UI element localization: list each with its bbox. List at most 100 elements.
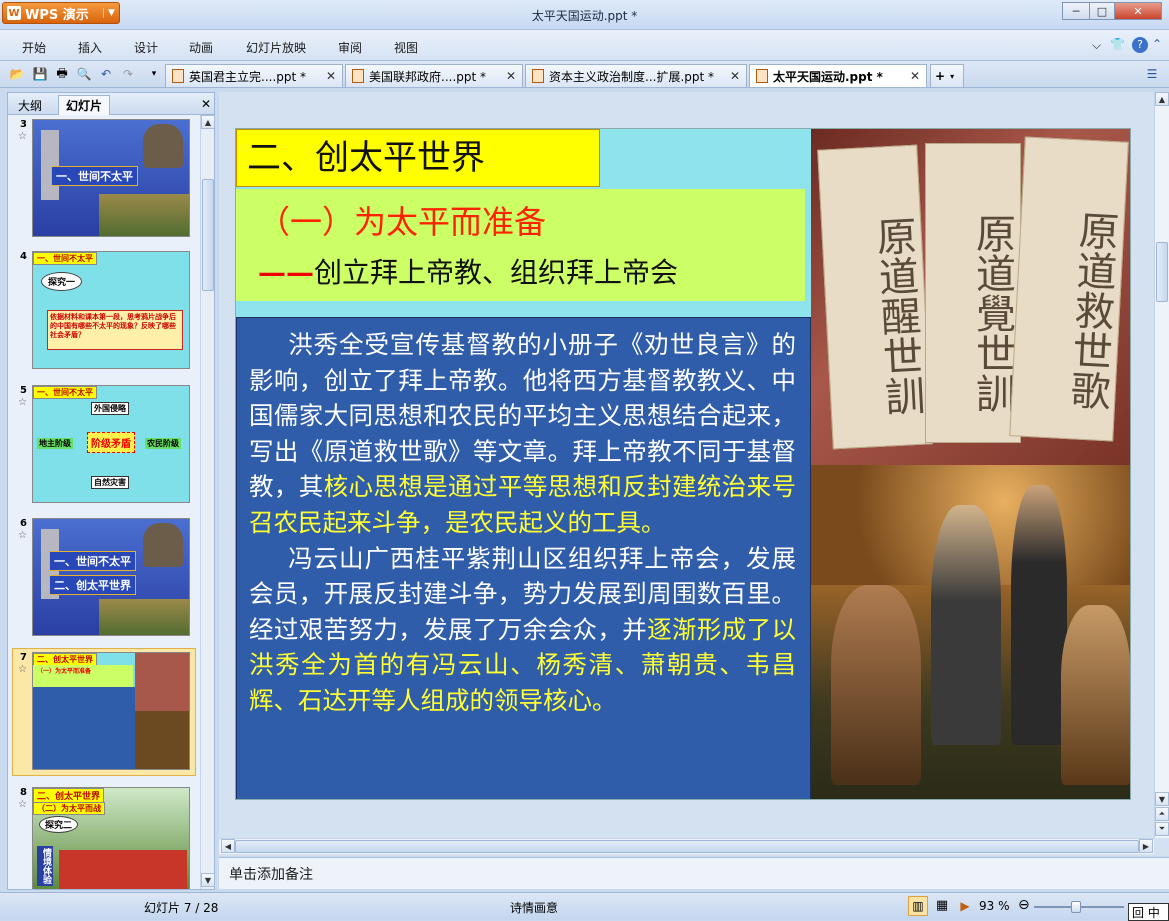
- doc-tab-1[interactable]: 英国君主立完....ppt * ✕: [165, 64, 343, 87]
- document-tab-bar: 📂 💾 🖶 🔍 ↶ ↷ ▾ 英国君主立完....ppt * ✕ 美国联邦政府..…: [0, 61, 1169, 88]
- close-tab-icon[interactable]: ✕: [506, 69, 516, 83]
- thumb-callout: 探究二: [39, 816, 79, 833]
- editor-vertical-scrollbar[interactable]: ▲ ▼ ⏶ ⏷: [1154, 92, 1169, 838]
- ime-mode: 中: [1147, 906, 1160, 920]
- ppt-file-icon: [352, 69, 364, 83]
- slide-subtitle-box[interactable]: （一）为太平而准备 ——创立拜上帝教、组织拜上帝会: [236, 189, 805, 301]
- menu-review[interactable]: 审阅: [338, 39, 362, 56]
- print-preview-icon[interactable]: 🔍: [76, 66, 92, 82]
- thumb-textbox: 依据材料和课本第一段，思考鸦片战争后的中国有哪些不太平的现象？反映了哪些社会矛盾…: [47, 310, 183, 350]
- scroll-up-button[interactable]: ▲: [1155, 92, 1169, 106]
- zoom-out-icon[interactable]: ⊖: [1018, 897, 1030, 913]
- scroll-thumb[interactable]: [1156, 242, 1168, 302]
- menu-bar: 开始 插入 设计 动画 幻灯片放映 审阅 视图 ⌵ 👕 ? ⌃: [0, 30, 1169, 61]
- new-tab-button[interactable]: + ▾: [930, 64, 964, 87]
- normal-view-icon[interactable]: ▥: [908, 896, 928, 916]
- slide-sorter-icon[interactable]: ▦: [932, 896, 952, 916]
- maximize-button[interactable]: □: [1089, 2, 1115, 20]
- status-bar: 幻灯片 7 / 28 诗情画意 ▥ ▦ ▶ 93 % ⊖ 回 中: [0, 892, 1169, 921]
- slide-subtitle-2: ——创立拜上帝教、组织拜上帝会: [258, 251, 678, 291]
- scroll-left-button[interactable]: ◀: [221, 839, 235, 853]
- doc-tab-active[interactable]: 太平天国运动.ppt * ✕: [749, 64, 927, 87]
- slide-canvas[interactable]: 二、创太平世界 （一）为太平而准备 ——创立拜上帝教、组织拜上帝会 洪秀全受宣传…: [235, 128, 1131, 800]
- painting-photo[interactable]: [811, 465, 1130, 799]
- open-icon[interactable]: 📂: [9, 66, 25, 82]
- thumb-photo: [135, 711, 189, 769]
- animation-star-icon: ☆: [18, 397, 27, 408]
- ime-indicator[interactable]: 回 中: [1128, 903, 1169, 921]
- pamphlet-cover: 原道醒世訓: [817, 144, 933, 450]
- thumb-slide-8[interactable]: 二、创太平世界 （二）为太平而战 探究二 情境体验: [32, 787, 190, 889]
- thumbnail-list: 3 ☆ 一、世间不太平 4 一、世间不太平 探究一 依据材料和课本第一段，思考鸦…: [8, 115, 200, 889]
- portrait-image: [143, 523, 183, 567]
- close-window-button[interactable]: ✕: [1114, 2, 1162, 20]
- scroll-thumb[interactable]: [235, 840, 1139, 853]
- slide-panel: 大纲 幻灯片 ✕ 3 ☆ 一、世间不太平 4 一、世间不太平 探究一 依据材料和…: [7, 92, 215, 890]
- panel-header: 大纲 幻灯片 ✕: [8, 93, 214, 115]
- close-tab-icon[interactable]: ✕: [910, 69, 920, 83]
- pamphlet-photo[interactable]: 原道醒世訓 原道覺世訓 原道救世歌: [811, 129, 1130, 465]
- print-icon[interactable]: 🖶: [54, 66, 70, 82]
- save-icon[interactable]: 💾: [32, 66, 48, 82]
- slideshow-icon[interactable]: ▶: [955, 896, 975, 916]
- slide-counter: 幻灯片 7 / 28: [144, 901, 219, 915]
- chevron-down-icon[interactable]: ⌵: [1092, 38, 1101, 53]
- thumb-tag: 二、创太平世界: [33, 788, 105, 803]
- tab-outline[interactable]: 大纲: [11, 95, 49, 115]
- tab-slides[interactable]: 幻灯片: [58, 95, 111, 115]
- close-panel-icon[interactable]: ✕: [201, 97, 211, 111]
- scroll-down-button[interactable]: ▼: [201, 873, 215, 887]
- menu-home[interactable]: 开始: [22, 39, 46, 56]
- animation-star-icon: ☆: [18, 530, 27, 541]
- thumb-photo: [135, 653, 189, 711]
- menu-animation[interactable]: 动画: [189, 39, 213, 56]
- thumb-slide-7[interactable]: 二、创太平世界 （一）为太平而准备: [32, 652, 190, 770]
- doc-tab-2[interactable]: 美国联邦政府....ppt * ✕: [345, 64, 523, 87]
- thumb-slide-5[interactable]: 一、世间不太平 外国侵略 地主阶级 阶级矛盾 农民阶级 自然灾害: [32, 385, 190, 503]
- collapse-ribbon-icon[interactable]: ⌃: [1152, 37, 1162, 51]
- panel-scrollbar[interactable]: ▲ ▼: [200, 115, 215, 889]
- thumb-tag: 二、创太平世界: [49, 575, 136, 595]
- tab-list-icon[interactable]: ☰: [1144, 66, 1160, 82]
- slide-body-text[interactable]: 洪秀全受宣传基督教的小册子《劝世良言》的影响，创立了拜上帝教。他将西方基督教教义…: [236, 317, 811, 799]
- skin-icon[interactable]: 👕: [1110, 37, 1125, 51]
- close-tab-icon[interactable]: ✕: [326, 69, 336, 83]
- thumb-slide-4[interactable]: 一、世间不太平 探究一 依据材料和课本第一段，思考鸦片战争后的中国有哪些不太平的…: [32, 251, 190, 369]
- menu-design[interactable]: 设计: [134, 39, 158, 56]
- scroll-thumb[interactable]: [202, 179, 214, 291]
- scroll-up-button[interactable]: ▲: [201, 115, 215, 129]
- doc-tab-3[interactable]: 资本主义政治制度...扩展.ppt * ✕: [525, 64, 747, 87]
- paragraph: 冯云山广西桂平紫荆山区组织拜上帝会，发展会员，开展反封建斗争，势力发展到周围数百…: [249, 541, 796, 719]
- close-tab-icon[interactable]: ✕: [730, 69, 740, 83]
- zoom-slider-thumb[interactable]: [1071, 901, 1081, 913]
- zoom-level: 93 %: [979, 899, 1010, 913]
- prev-slide-button[interactable]: ⏶: [1155, 807, 1169, 821]
- slide-editor: 二、创太平世界 （一）为太平而准备 ——创立拜上帝教、组织拜上帝会 洪秀全受宣传…: [219, 92, 1169, 856]
- minimize-button[interactable]: ─: [1062, 2, 1090, 20]
- theme-name: 诗情画意: [510, 901, 559, 915]
- thumb-slide-6[interactable]: 一、世间不太平 二、创太平世界: [32, 518, 190, 636]
- thumb-number: 4: [20, 251, 27, 262]
- help-icon[interactable]: ?: [1132, 37, 1148, 53]
- redo-icon[interactable]: ↷: [120, 66, 136, 82]
- menu-slideshow[interactable]: 幻灯片放映: [246, 39, 306, 56]
- animation-star-icon: ☆: [18, 799, 27, 810]
- thumb-tag: 一、世间不太平: [51, 166, 138, 186]
- scroll-down-button[interactable]: ▼: [1155, 792, 1169, 806]
- slide-title[interactable]: 二、创太平世界: [236, 129, 600, 187]
- thumb-node: 外国侵略: [91, 402, 129, 415]
- editor-horizontal-scrollbar[interactable]: ◀ ▶: [219, 838, 1154, 854]
- notes-pane[interactable]: 单击添加备注: [219, 857, 1169, 889]
- undo-icon[interactable]: ↶: [98, 66, 114, 82]
- subtitle-2-text: 创立拜上帝教、组织拜上帝会: [314, 256, 679, 289]
- painting-figure: [831, 585, 921, 785]
- customize-toolbar-icon[interactable]: ▾: [146, 66, 162, 82]
- next-slide-button[interactable]: ⏷: [1155, 822, 1169, 836]
- menu-insert[interactable]: 插入: [78, 39, 102, 56]
- menu-view[interactable]: 视图: [394, 39, 418, 56]
- thumb-slide-3[interactable]: 一、世间不太平: [32, 119, 190, 237]
- thumb-tag: （二）为太平而战: [33, 802, 105, 815]
- ppt-file-icon: [532, 69, 544, 83]
- thumb-tag: 一、世间不太平: [49, 551, 136, 571]
- scroll-right-button[interactable]: ▶: [1139, 839, 1153, 853]
